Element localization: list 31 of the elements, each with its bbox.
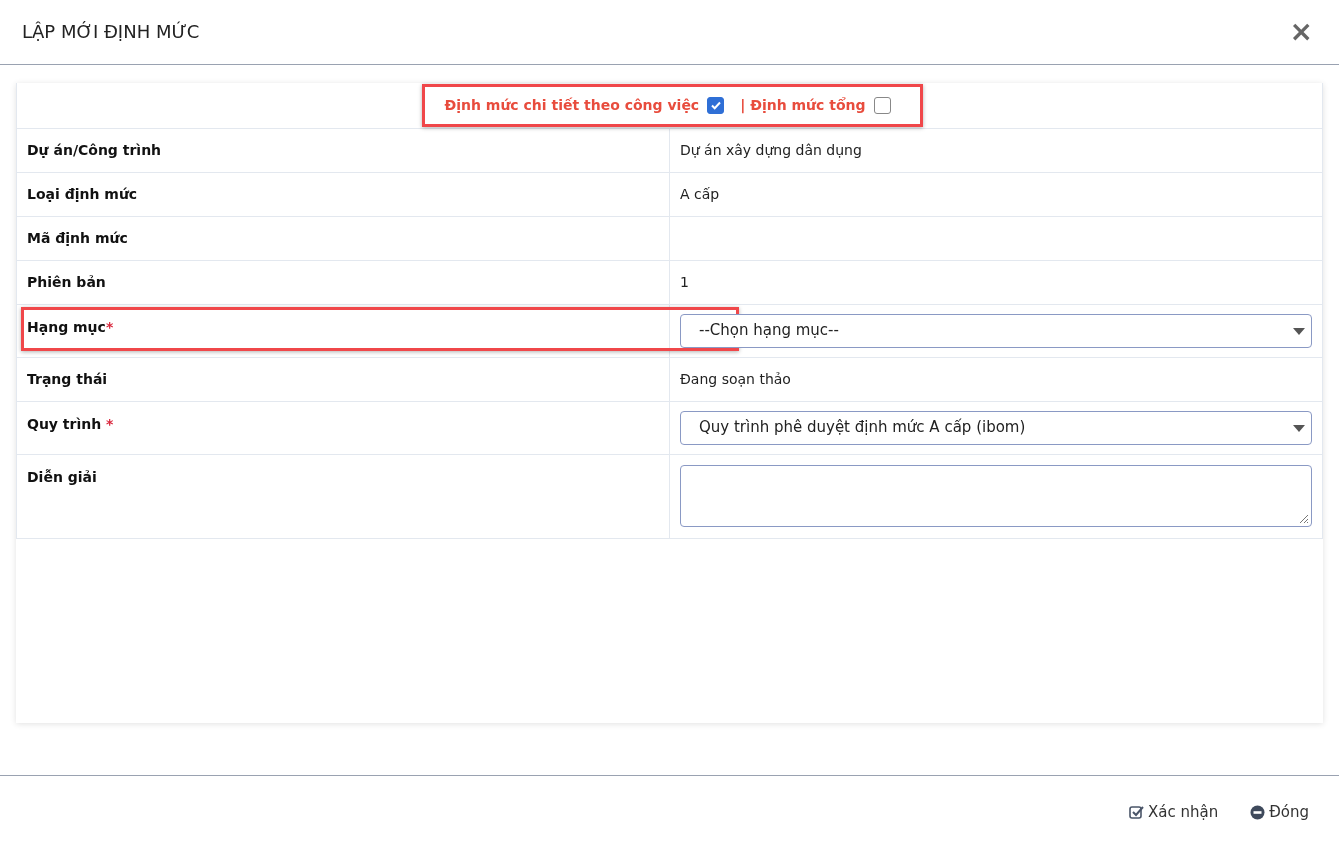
close-button[interactable]: Đóng [1246, 797, 1313, 828]
field-value: 1 [680, 273, 689, 290]
field-label: Mã định mức [27, 229, 128, 246]
select-field[interactable]: --Chọn hạng mục-- [680, 313, 1312, 348]
confirm-button[interactable]: Xác nhận [1124, 797, 1223, 828]
option-label: | Định mức tổng [740, 95, 866, 116]
check-icon [709, 99, 722, 112]
dialog-title: LẬP MỚI ĐỊNH MỨC [22, 21, 200, 43]
required-mark: * [105, 415, 114, 432]
checkbox-icon [1128, 805, 1144, 820]
text-area[interactable] [680, 465, 1312, 527]
field-label: Loại định mức [27, 185, 138, 202]
caret-icon [1293, 327, 1305, 335]
field-value: Dự án xây dựng dân dụng [680, 141, 862, 158]
minus-circle-icon [1250, 805, 1266, 820]
close-button[interactable]: × [1285, 18, 1317, 46]
caret-icon [1293, 424, 1305, 432]
field-label: Quy trình [27, 415, 102, 432]
field-label: Dự án/Công trình [27, 141, 162, 158]
required-mark: * [105, 318, 114, 335]
field-label: Diễn giải [27, 468, 97, 485]
select-field[interactable]: Quy trình phê duyệt định mức A cấp (ibom) [680, 410, 1312, 445]
checkbox[interactable] [873, 96, 891, 114]
field-label: Trạng thái [27, 370, 108, 387]
field-value: Đang soạn thảo [680, 370, 791, 387]
field-value: A cấp [680, 185, 720, 202]
checkbox[interactable] [707, 96, 725, 114]
option-label: Định mức chi tiết theo công việc [444, 95, 700, 115]
resize-grip-icon [1297, 512, 1309, 524]
field-label: Phiên bản [27, 273, 106, 290]
field-label: Hạng mục [27, 318, 106, 335]
